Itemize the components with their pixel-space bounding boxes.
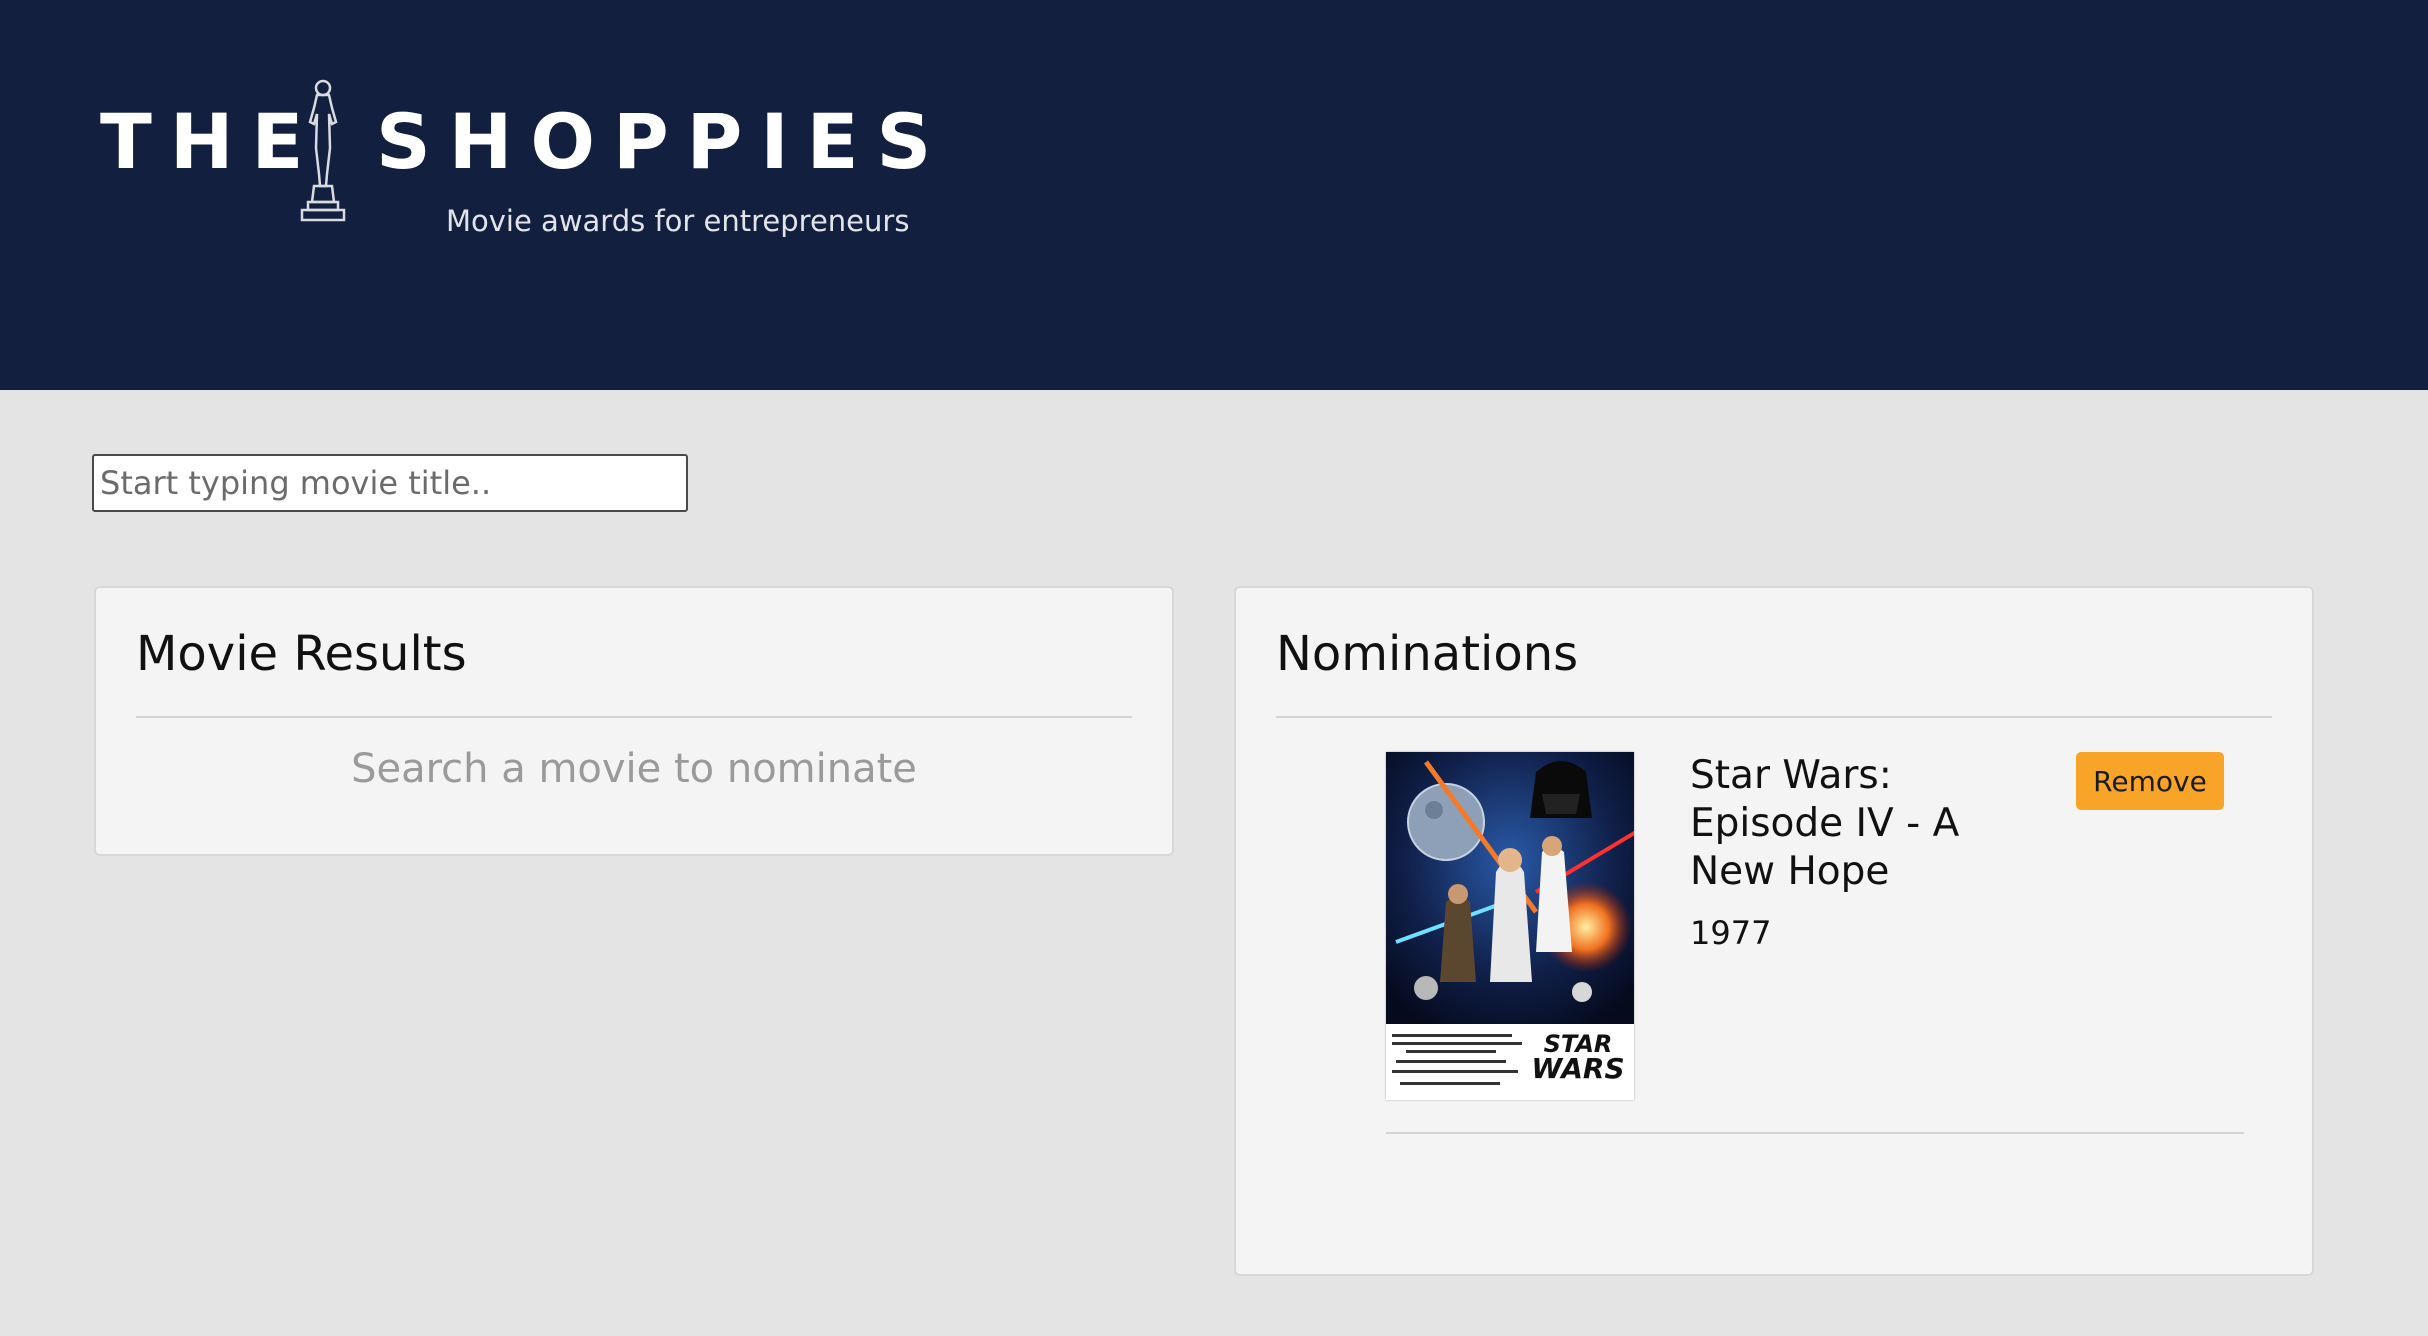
svg-text:WARS: WARS bbox=[1531, 1052, 1624, 1085]
site-logo: THE SHOPPIES Movie awards for entreprene… bbox=[100, 78, 931, 248]
nomination-year: 1977 bbox=[1690, 914, 1772, 952]
poster-artwork: STAR WARS bbox=[1386, 752, 1634, 1100]
panel-divider bbox=[1276, 716, 2272, 718]
nomination-item: STAR WARS Star Wars: Episode IV - A New … bbox=[1386, 752, 2244, 1134]
logo-word-the: THE bbox=[100, 97, 322, 186]
nominations-panel: Nominations STAR WARS Star Wars: Episode… bbox=[1234, 586, 2314, 1276]
oscar-statue-icon bbox=[300, 79, 346, 222]
nomination-title: Star Wars: Episode IV - A New Hope bbox=[1690, 753, 1960, 894]
movie-results-panel: Movie Results Search a movie to nominate bbox=[94, 586, 1174, 856]
movie-search-input[interactable] bbox=[92, 454, 688, 512]
remove-nomination-button[interactable]: Remove bbox=[2076, 752, 2224, 810]
nominations-title: Nominations bbox=[1276, 626, 1579, 682]
movie-poster-image: STAR WARS bbox=[1386, 752, 1634, 1100]
logo-word-shoppies: SHOPPIES bbox=[376, 97, 950, 186]
results-empty-message: Search a movie to nominate bbox=[351, 746, 917, 792]
movie-results-title: Movie Results bbox=[136, 626, 467, 682]
nomination-divider bbox=[1386, 1132, 2244, 1134]
panel-divider bbox=[136, 716, 1132, 718]
site-header: THE SHOPPIES Movie awards for entreprene… bbox=[0, 0, 2428, 390]
logo-tagline: Movie awards for entrepreneurs bbox=[446, 204, 910, 238]
